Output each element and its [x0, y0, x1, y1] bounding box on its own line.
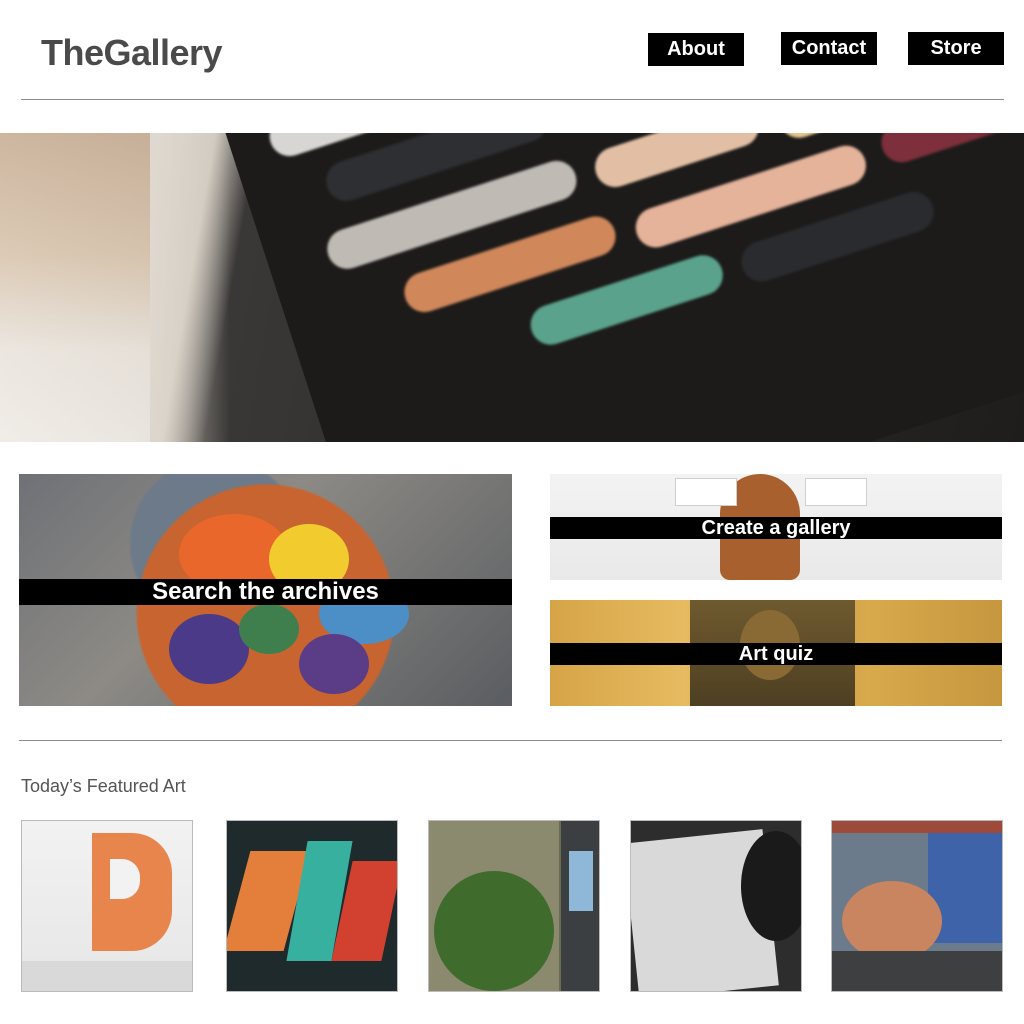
nav-about-button[interactable]: About — [648, 33, 744, 66]
nav-store-button[interactable]: Store — [908, 32, 1004, 65]
create-gallery-tile[interactable]: Create a gallery — [550, 474, 1002, 580]
featured-art-thumb-3[interactable] — [428, 820, 600, 992]
featured-art-thumb-2[interactable] — [226, 820, 398, 992]
site-logo[interactable]: TheGallery — [41, 32, 223, 74]
section-divider — [19, 740, 1002, 741]
search-archives-tile[interactable]: Search the archives — [19, 474, 512, 706]
art-quiz-tile[interactable]: Art quiz — [550, 600, 1002, 706]
featured-art-thumb-4[interactable] — [630, 820, 802, 992]
hero-image — [0, 133, 1024, 442]
featured-art-thumb-1[interactable] — [21, 820, 193, 992]
pastel-tray — [180, 133, 1024, 442]
header-divider — [21, 99, 1004, 100]
nav-contact-button[interactable]: Contact — [781, 32, 877, 65]
art-quiz-label: Art quiz — [550, 643, 1002, 665]
create-gallery-label: Create a gallery — [550, 517, 1002, 539]
featured-art-heading: Today’s Featured Art — [21, 776, 186, 796]
search-archives-label: Search the archives — [19, 578, 512, 605]
featured-art-thumb-5[interactable] — [831, 820, 1003, 992]
